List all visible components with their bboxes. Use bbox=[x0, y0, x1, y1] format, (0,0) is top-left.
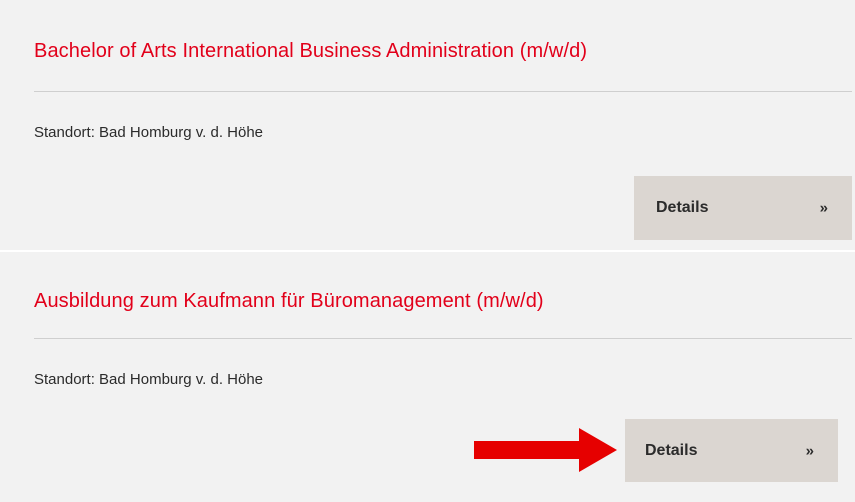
details-button-label: Details bbox=[645, 441, 698, 459]
job-location: Standort: Bad Homburg v. d. Höhe bbox=[34, 124, 264, 141]
details-button[interactable]: Details » bbox=[625, 419, 838, 482]
job-location: Standort: Bad Homburg v. d. Höhe bbox=[34, 371, 264, 388]
job-title-link[interactable]: Ausbildung zum Kaufmann für Büromanageme… bbox=[34, 290, 835, 313]
details-button-label: Details bbox=[656, 199, 709, 216]
divider bbox=[34, 338, 852, 339]
right-arrow-icon bbox=[474, 428, 617, 472]
job-title-link[interactable]: Bachelor of Arts International Business … bbox=[34, 40, 835, 63]
job-listing-page: Bachelor of Arts International Business … bbox=[0, 0, 855, 502]
job-card: Ausbildung zum Kaufmann für Büromanageme… bbox=[0, 252, 855, 502]
details-button[interactable]: Details » bbox=[634, 176, 852, 240]
divider bbox=[34, 91, 852, 92]
arrow-shape bbox=[474, 428, 617, 472]
job-card: Bachelor of Arts International Business … bbox=[0, 0, 855, 250]
double-chevron-right-icon: » bbox=[805, 442, 814, 459]
double-chevron-right-icon: » bbox=[819, 199, 828, 217]
